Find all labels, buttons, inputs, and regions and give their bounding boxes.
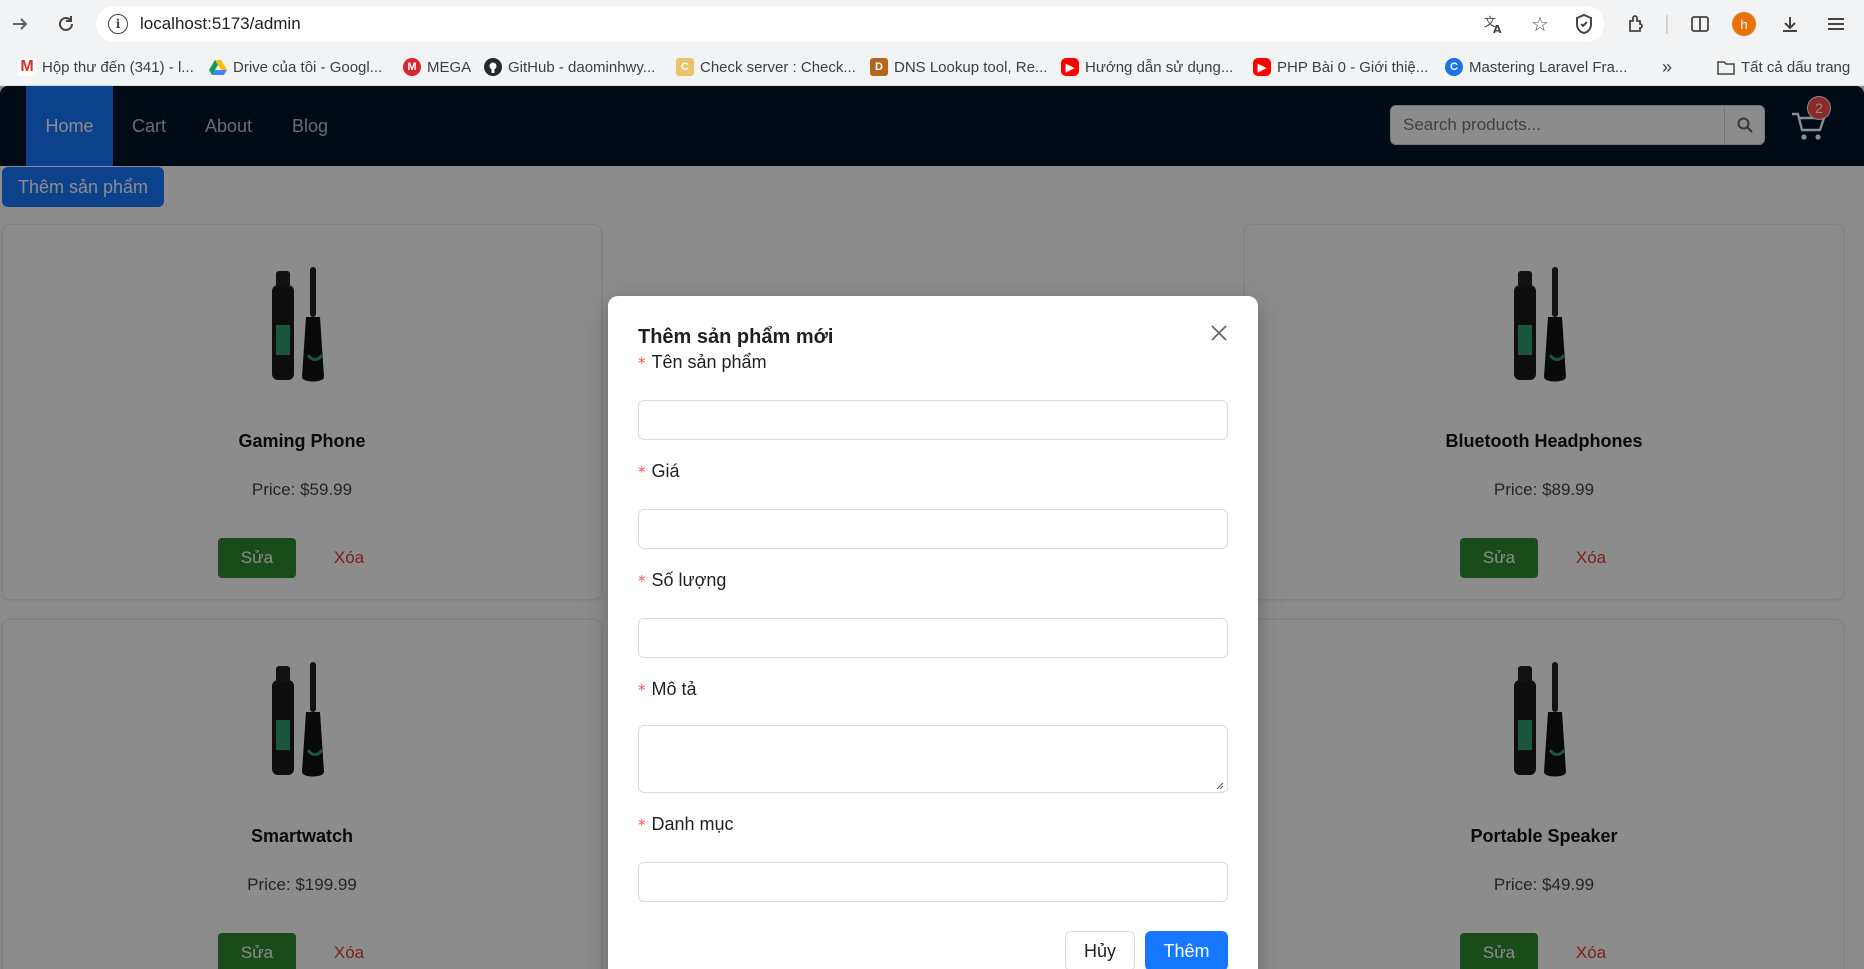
close-icon[interactable]: [1206, 320, 1232, 346]
download-icon[interactable]: [1776, 10, 1804, 38]
field-label-description: * Mô tả: [638, 679, 697, 699]
toolbar-divider: |: [1664, 12, 1670, 35]
side-panel-icon[interactable]: [1686, 10, 1714, 38]
modal-mask-nav: [0, 86, 1864, 166]
bookmark-item[interactable]: Drive của tôi - Googl...: [209, 57, 382, 77]
all-bookmarks[interactable]: Tất cả dấu trang: [1717, 57, 1850, 77]
cancel-button[interactable]: Hủy: [1065, 931, 1135, 969]
youtube-icon: ▶: [1253, 58, 1271, 76]
svg-text:A: A: [1493, 23, 1502, 35]
check-server-icon: C: [676, 58, 694, 76]
gmail-icon: M: [18, 58, 36, 76]
bookmarks-bar: M Hộp thư đến (341) - l... Drive của tôi…: [0, 48, 1864, 86]
youtube-icon: ▶: [1061, 58, 1079, 76]
bookmark-item[interactable]: M Hộp thư đến (341) - l...: [18, 57, 194, 77]
bookmark-item[interactable]: C Mastering Laravel Fra...: [1445, 57, 1627, 77]
extensions-icon[interactable]: [1622, 10, 1650, 38]
address-bar[interactable]: i localhost:5173/admin: [96, 6, 1604, 42]
bookmark-item[interactable]: GitHub - daominhwy...: [484, 57, 655, 77]
modal-title: Thêm sản phẩm mới: [638, 326, 834, 348]
bookmark-item[interactable]: C Check server : Check...: [676, 57, 856, 77]
folder-icon: [1717, 58, 1735, 76]
submit-button[interactable]: Thêm: [1145, 931, 1228, 969]
drive-icon: [209, 58, 227, 76]
price-input[interactable]: [638, 509, 1228, 549]
dns-icon: D: [870, 58, 888, 76]
category-input[interactable]: [638, 862, 1228, 902]
bookmark-item[interactable]: ▶ Hướng dẫn sử dụng...: [1061, 57, 1233, 77]
menu-icon[interactable]: [1822, 10, 1850, 38]
field-label-price: * Giá: [638, 461, 680, 481]
bookmark-item[interactable]: D DNS Lookup tool, Re...: [870, 57, 1047, 77]
shield-icon[interactable]: [1572, 12, 1596, 36]
field-label-category: * Danh mục: [638, 814, 734, 834]
bookmark-star-icon[interactable]: ☆: [1528, 12, 1552, 36]
forward-icon[interactable]: [6, 10, 34, 38]
mega-icon: M: [403, 58, 421, 76]
field-label-quantity: * Số lượng: [638, 570, 727, 590]
bookmark-item[interactable]: ▶ PHP Bài 0 - Giới thiệ...: [1253, 57, 1428, 77]
resize-handle-icon[interactable]: [1214, 780, 1224, 790]
site-info-icon[interactable]: i: [108, 14, 128, 34]
reload-icon[interactable]: [52, 10, 80, 38]
quantity-input[interactable]: [638, 618, 1228, 658]
product-name-input[interactable]: [638, 400, 1228, 440]
translate-icon[interactable]: 文A: [1482, 12, 1506, 36]
profile-avatar[interactable]: h: [1730, 10, 1758, 38]
more-bookmarks-icon[interactable]: »: [1662, 57, 1672, 77]
page-content: Home Cart About Blog 2 Thêm sản phẩm Gam…: [0, 86, 1864, 969]
browser-toolbar: i localhost:5173/admin 文A ☆ | h: [0, 0, 1864, 48]
field-label-name: * Tên sản phẩm: [638, 352, 767, 372]
url-text: localhost:5173/admin: [140, 14, 301, 33]
description-textarea[interactable]: [638, 725, 1228, 793]
c-icon: C: [1445, 58, 1463, 76]
add-product-modal: Thêm sản phẩm mới * Tên sản phẩm * Giá * Số…: [608, 296, 1258, 969]
bookmark-item[interactable]: M MEGA: [403, 57, 471, 77]
github-icon: [484, 58, 502, 76]
